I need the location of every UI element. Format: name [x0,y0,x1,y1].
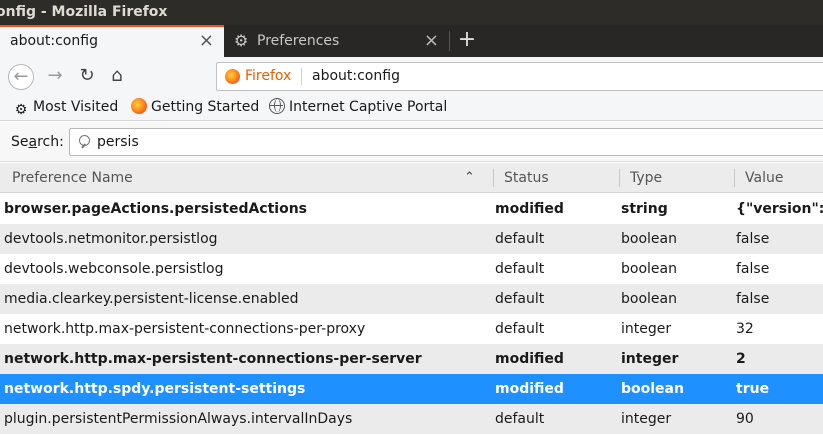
tab-label: Preferences [257,33,340,49]
search-value: persis [97,134,139,150]
navigation-toolbar: ← → ↻ ⌂ Firefox about:config [0,57,823,95]
column-header-preference-name[interactable]: Preference Name [12,163,133,193]
search-label: Search: [11,134,64,150]
globe-icon [269,98,285,114]
value-cell: 32 [736,321,754,337]
close-tab-icon[interactable]: × [424,25,439,57]
bookmark-most-visited[interactable]: ⚙ Most Visited [13,95,119,120]
preferences-table: browser.pageActions.persistedActions modi… [0,194,823,436]
status-cell: default [495,411,545,427]
value-cell: {"version":1, [736,201,823,217]
preference-name-cell: media.clearkey.persistent-license.enable… [4,291,299,307]
tab-preferences[interactable]: ⚙ Preferences × [225,25,449,57]
type-cell: boolean [621,231,677,247]
column-header-status[interactable]: Status [504,163,549,193]
table-row[interactable]: media.clearkey.persistent-license.enable… [0,284,823,314]
config-search-row: Search: persis [0,122,823,162]
type-cell: integer [621,351,679,367]
type-cell: integer [621,321,672,337]
type-cell: boolean [621,261,677,277]
status-cell: default [495,231,545,247]
bookmarks-toolbar: ⚙ Most Visited Getting Started Internet C… [0,95,823,121]
tab-strip: about:config × ⚙ Preferences × + [0,25,823,57]
search-input[interactable]: persis [69,128,823,156]
gear-icon: ⚙ [14,102,28,118]
table-row[interactable]: network.http.max-persistent-connections-… [0,344,823,374]
value-cell: false [736,231,770,247]
bookmark-label: Internet Captive Portal [289,99,448,115]
preference-name-cell: network.http.spdy.persistent-settings [4,381,306,397]
url-bar[interactable]: Firefox about:config [216,62,823,91]
identity-label[interactable]: Firefox [245,63,291,90]
firefox-icon [131,98,147,114]
reload-button[interactable]: ↻ [74,64,100,90]
tab-divider [449,31,450,51]
value-cell: false [736,261,770,277]
column-divider[interactable] [493,169,494,187]
status-cell: modified [495,201,564,217]
sort-ascending-icon[interactable]: ⌃ [464,163,475,193]
type-cell: integer [621,411,672,427]
table-row[interactable]: devtools.netmonitor.persistlog default boo… [0,224,823,254]
status-cell: default [495,321,545,337]
home-button[interactable]: ⌂ [104,64,130,90]
status-cell: default [495,261,545,277]
new-tab-button[interactable]: + [455,25,479,57]
firefox-icon [225,69,240,84]
table-row[interactable]: devtools.webconsole.persistlog default boo… [0,254,823,284]
window-titlebar: onfig - Mozilla Firefox [0,0,823,25]
table-row[interactable]: plugin.persistentPermissionAlways.interv… [0,404,823,434]
forward-button[interactable]: → [42,64,68,90]
window-title: onfig - Mozilla Firefox [0,4,168,20]
status-cell: modified [495,381,564,397]
type-cell: boolean [621,291,677,307]
bookmark-label: Most Visited [33,99,119,115]
search-icon [79,135,90,146]
column-header-type[interactable]: Type [630,163,662,193]
bookmark-internet-captive-portal[interactable]: Internet Captive Portal [269,95,447,120]
preference-name-cell: browser.pageActions.persistedActions [4,201,308,217]
status-cell: default [495,291,545,307]
back-button[interactable]: ← [8,64,34,90]
url-text[interactable]: about:config [312,63,400,90]
status-cell: modified [495,351,564,367]
type-cell: boolean [621,381,684,397]
bookmark-label: Getting Started [151,99,260,115]
column-divider[interactable] [619,169,620,187]
close-tab-icon[interactable]: × [199,27,214,55]
table-row[interactable]: browser.pageActions.persistedActions modi… [0,194,823,224]
preference-name-cell: network.http.max-persistent-connections-… [4,321,366,337]
type-cell: string [621,201,668,217]
table-row[interactable]: network.http.spdy.persistent-settings mod… [0,374,823,404]
tab-label: about:config [10,33,98,49]
column-header-value[interactable]: Value [745,163,783,193]
preference-name-cell: devtools.webconsole.persistlog [4,261,224,277]
value-cell: 90 [736,411,754,427]
table-row[interactable]: network.http.max-persistent-connections-… [0,314,823,344]
table-header: Preference Name ⌃ Status Type Value [0,163,823,193]
value-cell: 2 [736,351,746,367]
bookmark-getting-started[interactable]: Getting Started [131,95,259,120]
value-cell: false [736,291,770,307]
identity-divider [301,68,302,85]
tab-about-config[interactable]: about:config × [0,25,224,57]
column-divider[interactable] [734,169,735,187]
preference-name-cell: network.http.max-persistent-connections-… [4,351,422,367]
preference-name-cell: devtools.netmonitor.persistlog [4,231,218,247]
value-cell: true [736,381,770,397]
gear-icon: ⚙ [234,31,249,50]
preference-name-cell: plugin.persistentPermissionAlways.interv… [4,411,353,427]
